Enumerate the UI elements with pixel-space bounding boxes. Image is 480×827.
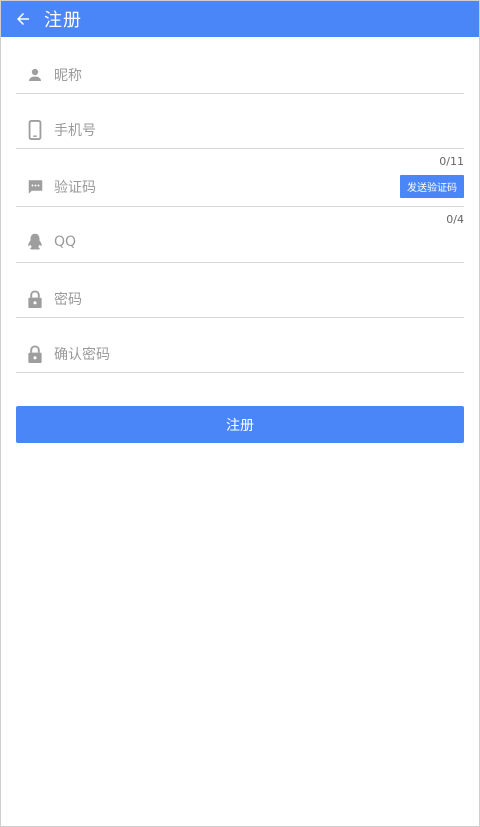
arrow-left-icon xyxy=(17,13,29,25)
phone-field[interactable]: 手机号 xyxy=(16,112,464,148)
phone-counter: 0/11 xyxy=(439,155,464,168)
nickname-field[interactable]: 昵称 xyxy=(16,57,464,93)
lock-icon xyxy=(24,288,46,310)
password-field[interactable]: 密码 xyxy=(16,281,464,317)
phone-underline xyxy=(16,148,464,149)
nickname-underline xyxy=(16,93,464,94)
register-screen: 注册 昵称 手机号 0/11 验证码 发送验证码 0/4 QQ 密码 确认密码 … xyxy=(0,0,480,827)
code-field[interactable]: 验证码 xyxy=(16,169,464,205)
phone-icon xyxy=(24,119,46,141)
back-button[interactable] xyxy=(5,1,41,37)
page-title: 注册 xyxy=(44,10,82,31)
send-code-button[interactable]: 发送验证码 xyxy=(400,175,464,198)
qq-field[interactable]: QQ xyxy=(16,224,464,260)
person-icon xyxy=(24,64,46,86)
confirm-password-underline xyxy=(16,372,464,373)
nickname-placeholder: 昵称 xyxy=(54,68,82,84)
lock-icon xyxy=(24,343,46,365)
confirm-password-field[interactable]: 确认密码 xyxy=(16,336,464,372)
code-placeholder: 验证码 xyxy=(54,180,96,196)
qq-placeholder: QQ xyxy=(54,234,77,250)
qq-icon xyxy=(24,231,46,253)
password-underline xyxy=(16,317,464,318)
password-placeholder: 密码 xyxy=(54,292,82,308)
code-underline xyxy=(16,206,464,207)
qq-underline xyxy=(16,262,464,263)
register-button[interactable]: 注册 xyxy=(16,406,464,443)
message-icon xyxy=(24,176,46,198)
confirm-password-placeholder: 确认密码 xyxy=(54,347,110,363)
phone-placeholder: 手机号 xyxy=(54,123,96,139)
app-bar: 注册 xyxy=(1,1,479,37)
